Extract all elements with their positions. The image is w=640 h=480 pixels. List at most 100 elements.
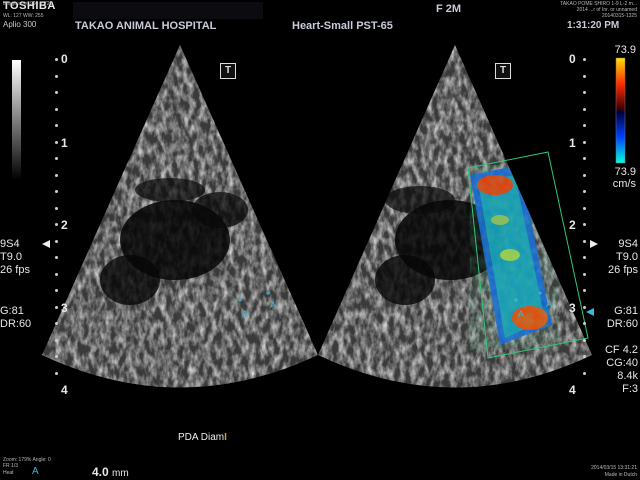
depth-tick-dot <box>55 91 58 94</box>
depth-tick-dot <box>583 140 586 144</box>
patient-name-redaction <box>73 2 263 19</box>
caliper-label-left-2: A <box>270 300 277 310</box>
caliper-label-right: A <box>518 309 525 319</box>
depth-tick-dot <box>583 371 586 375</box>
text-cursor: I <box>224 432 227 443</box>
depth-tick-dot <box>55 107 58 111</box>
right-colorflow-sector <box>318 45 592 388</box>
depth-tick-dot <box>583 190 586 193</box>
depth-tick-dot <box>55 338 58 342</box>
ultrasound-image <box>12 45 626 388</box>
transducer-orientation-marker-left: T <box>220 63 236 79</box>
window-info-label: WL: 127 WW: 255 <box>3 13 44 19</box>
params-right: 9S4 T9.0 26 fps <box>596 238 638 277</box>
depth-tick-dot <box>55 140 58 144</box>
cursor-marker-right <box>586 308 594 316</box>
depth-tick-dot <box>583 107 586 111</box>
depth-tick-dot <box>55 190 58 193</box>
depth-tick-dot <box>583 256 586 259</box>
measurement-caliper-label: A <box>32 466 39 477</box>
measurement-value: 4.0 <box>92 465 109 479</box>
param-probe: 9S4 <box>0 238 20 250</box>
depth-tick-dot <box>583 58 586 61</box>
measurement-result: 4.0 mm <box>92 465 129 479</box>
depth-label-left-1: 1 <box>61 136 68 150</box>
depth-tick-dot <box>55 322 58 325</box>
param-gain: G:81 <box>0 305 24 317</box>
param-prf: 8.4k <box>617 370 638 382</box>
depth-label-right-0: 0 <box>569 52 576 66</box>
depth-tick-dot <box>583 223 586 226</box>
acquisition-time: 1:31:20 PM <box>567 20 620 31</box>
depth-label-left-4: 4 <box>61 383 68 397</box>
param-cg: CG:40 <box>606 357 638 369</box>
depth-tick-dot <box>583 338 586 342</box>
focus-marker-left <box>42 240 50 248</box>
param-fps: 26 fps <box>0 264 30 276</box>
param-dr-right: DR:60 <box>606 318 638 330</box>
depth-tick-dot <box>55 305 58 309</box>
params-left: 9S4 T9.0 26 fps <box>0 238 30 277</box>
depth-label-right-3: 3 <box>569 301 576 315</box>
param-tissue: T9.0 <box>0 251 23 263</box>
depth-tick-dot <box>583 157 586 160</box>
params-right-gain: G:81 DR:60 <box>596 305 638 331</box>
transducer-orientation-marker-right: T <box>495 63 511 79</box>
depth-tick-dot <box>55 124 58 127</box>
annotation-label: PDA Diam <box>178 432 225 443</box>
depth-tick-dot <box>55 355 58 358</box>
depth-tick-dot <box>583 239 586 243</box>
depth-tick-dot <box>583 173 586 177</box>
depth-tick-dot <box>583 206 586 210</box>
color-bar-top-value: 73.9 <box>614 44 636 56</box>
depth-tick-dot <box>55 223 58 226</box>
image-size-label: Image size: 960 × 720 <box>3 1 53 7</box>
param-gain-right: G:81 <box>614 305 638 317</box>
param-fps-right: 26 fps <box>608 264 638 276</box>
param-filter: F:3 <box>622 383 638 395</box>
params-left-gain: G:81 DR:60 <box>0 305 31 331</box>
depth-label-right-2: 2 <box>569 218 576 232</box>
depth-tick-dot <box>583 322 586 325</box>
param-dr: DR:60 <box>0 318 32 330</box>
depth-tick-dot <box>55 157 58 160</box>
depth-label-right-1: 1 <box>569 136 576 150</box>
depth-tick-dot <box>583 305 586 309</box>
depth-tick-dot <box>55 206 58 210</box>
depth-tick-dot <box>55 239 58 243</box>
preset-name: Heart-Small PST-65 <box>292 20 393 32</box>
freq-mode: F 2M <box>436 3 462 15</box>
footer-line2: FR 1/3 <box>3 463 19 469</box>
model-label: Aplio 300 <box>3 20 37 29</box>
color-bar-unit: cm/s <box>612 178 636 190</box>
annotation-text[interactable]: PDA DiamI <box>178 432 227 443</box>
depth-label-left-0: 0 <box>61 52 68 66</box>
footer-datetime: 2014/03/15 13:31:21 <box>591 465 637 471</box>
depth-tick-dot <box>55 371 58 375</box>
param-probe-right: 9S4 <box>618 238 638 250</box>
color-velocity-bar <box>615 57 626 164</box>
depth-tick-dot <box>583 124 586 127</box>
hospital-name: TAKAO ANIMAL HOSPITAL <box>75 20 217 32</box>
depth-label-left-3: 3 <box>61 301 68 315</box>
left-bmode-sector <box>42 45 318 388</box>
depth-tick-dot <box>583 74 586 78</box>
grayscale-bar <box>12 60 21 180</box>
study-id: 20140315-1325 <box>601 13 637 19</box>
depth-tick-dot <box>583 272 586 276</box>
depth-tick-dot <box>55 272 58 276</box>
depth-label-right-4: 4 <box>569 383 576 397</box>
depth-tick-dot <box>583 355 586 358</box>
depth-label-left-2: 2 <box>61 218 68 232</box>
depth-tick-dot <box>583 289 586 292</box>
depth-tick-dot <box>55 289 58 292</box>
depth-tick-dot <box>583 91 586 94</box>
params-right-color: CF 4.2 CG:40 8.4k F:3 <box>596 344 638 396</box>
depth-tick-dot <box>55 256 58 259</box>
param-cf: CF 4.2 <box>604 344 638 356</box>
depth-tick-dot <box>55 173 58 177</box>
caliper-label-right-2: A <box>546 299 553 309</box>
footer-line3: Heat <box>3 470 14 476</box>
depth-tick-dot <box>55 58 58 61</box>
footer-origin: Made in Dutch <box>604 472 637 478</box>
